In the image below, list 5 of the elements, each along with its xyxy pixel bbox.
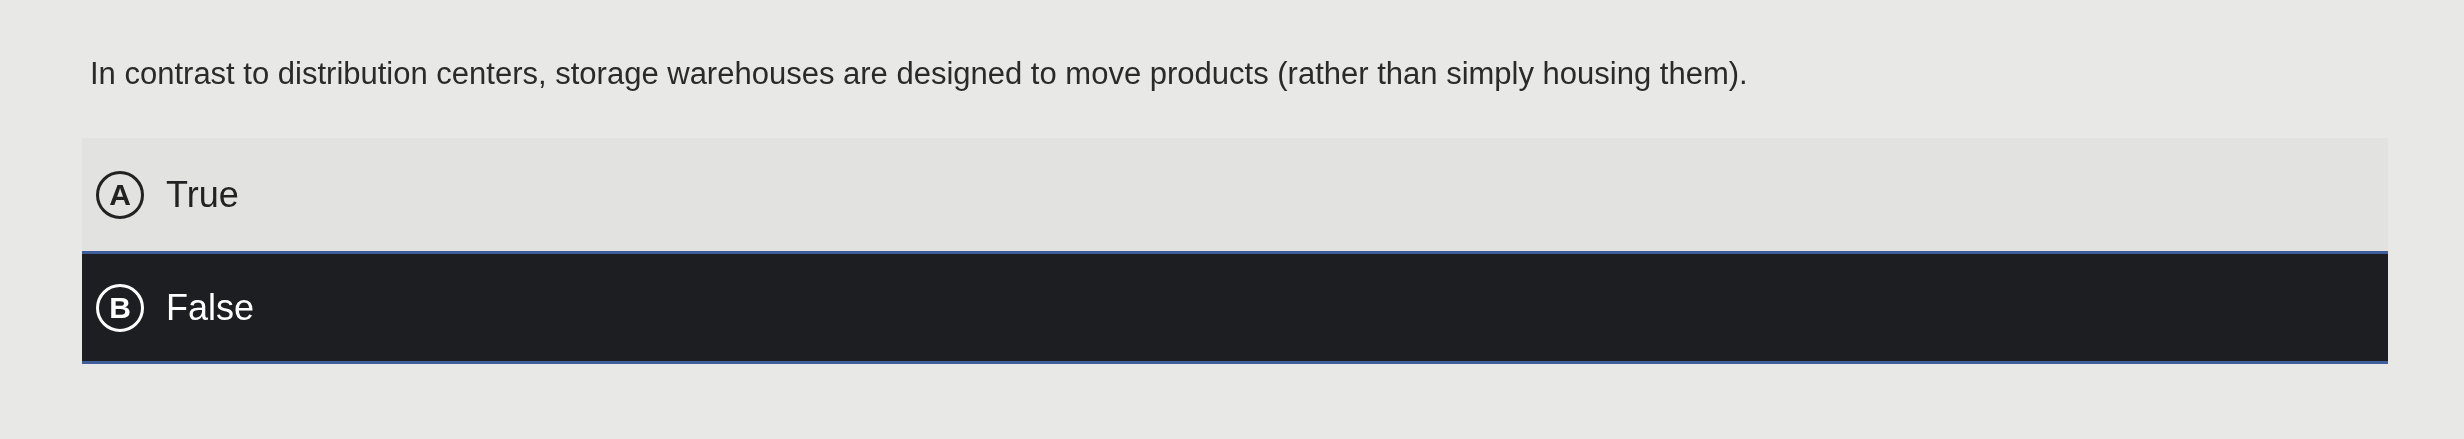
option-letter: B bbox=[96, 283, 144, 332]
answer-option[interactable]: B False bbox=[82, 251, 2388, 364]
answer-option[interactable]: A True bbox=[82, 138, 2388, 251]
question-text: In contrast to distribution centers, storage warehouses are designed to move products (rather than simply housing them). bbox=[90, 55, 1749, 93]
option-letter: A bbox=[96, 170, 144, 219]
